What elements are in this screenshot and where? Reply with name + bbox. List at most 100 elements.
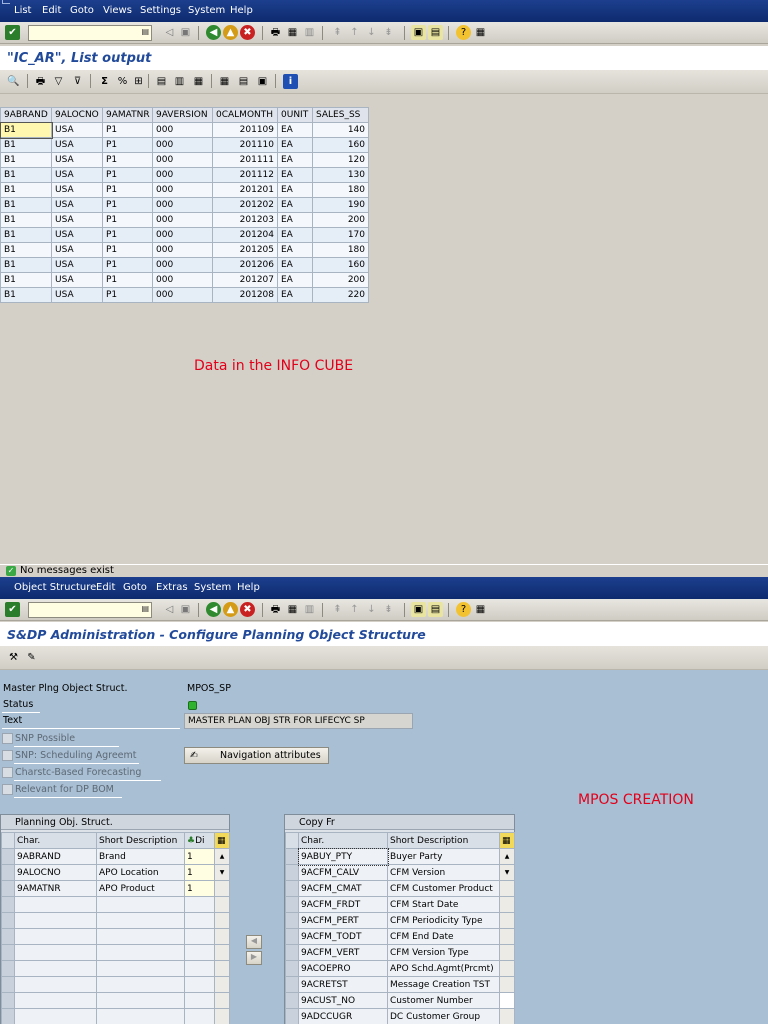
- print-icon[interactable]: 🖶: [268, 25, 283, 40]
- menu-help[interactable]: Help: [230, 5, 253, 16]
- row-selector[interactable]: [1, 976, 15, 993]
- sum-icon[interactable]: Σ: [97, 74, 112, 89]
- row-selector[interactable]: [1, 960, 15, 977]
- scrollbar-cell[interactable]: ▼: [499, 864, 515, 881]
- table-row[interactable]: [1, 944, 230, 961]
- table-settings-icon[interactable]: ▦: [214, 832, 230, 849]
- table-cell[interactable]: [184, 976, 215, 993]
- column-header[interactable]: 9AMATNR: [102, 107, 153, 123]
- row-selector[interactable]: [285, 944, 299, 961]
- previous-page-icon[interactable]: ↑: [347, 602, 362, 617]
- table-row[interactable]: B1 USA P1 000 201207 EA 200: [0, 272, 369, 288]
- table-row[interactable]: 9ACFM_VERT CFM Version Type: [285, 944, 515, 961]
- table-row[interactable]: [1, 928, 230, 945]
- scrollbar-cell[interactable]: ▲: [499, 848, 515, 865]
- find-next-icon[interactable]: ▥: [302, 602, 317, 617]
- table-row[interactable]: B1 USA P1 000 201208 EA 220: [0, 287, 369, 303]
- table-row[interactable]: B1 USA P1 000 201109 EA 140: [0, 121, 369, 139]
- menu-settings[interactable]: Settings: [140, 5, 181, 16]
- menu-system[interactable]: System: [188, 5, 225, 16]
- table-row[interactable]: 9ADCCUGR DC Customer Group: [285, 1008, 515, 1024]
- table-row[interactable]: [1, 896, 230, 913]
- column-header[interactable]: 9ALOCNO: [51, 107, 103, 123]
- help-icon[interactable]: ?: [456, 602, 471, 617]
- activate-icon[interactable]: ⚒: [6, 650, 21, 665]
- column-header[interactable]: 9ABRAND: [0, 107, 52, 123]
- command-dropdown-icon[interactable]: ▤: [141, 604, 149, 613]
- row-selector[interactable]: [285, 960, 299, 977]
- table-cell[interactable]: [184, 992, 215, 1009]
- text-field[interactable]: MASTER PLAN OBJ STR FOR LIFECYC SP: [184, 713, 413, 729]
- shortcut-icon[interactable]: ▤: [428, 602, 443, 617]
- back-icon[interactable]: ◀: [206, 602, 221, 617]
- scrollbar-cell[interactable]: ▲: [214, 848, 230, 865]
- back-icon[interactable]: ◀: [206, 25, 221, 40]
- back-nav-icon[interactable]: ◁: [162, 25, 177, 40]
- scrollbar-cell[interactable]: [499, 928, 515, 945]
- table-cell[interactable]: [184, 960, 215, 977]
- table-row[interactable]: B1 USA P1 000 201205 EA 180: [0, 242, 369, 258]
- export-icon[interactable]: ▤: [154, 74, 169, 89]
- word-processing-icon[interactable]: ▦: [191, 74, 206, 89]
- table-row[interactable]: [1, 992, 230, 1009]
- menu-system[interactable]: System: [194, 582, 231, 593]
- column-header[interactable]: Char.: [298, 832, 388, 849]
- scrollbar-cell[interactable]: [499, 896, 515, 913]
- scrollbar-cell[interactable]: [214, 944, 230, 961]
- row-selector[interactable]: [1, 912, 15, 929]
- print-preview-icon[interactable]: 🖶: [33, 74, 48, 89]
- table-row[interactable]: [1, 960, 230, 977]
- menu-help[interactable]: Help: [237, 582, 260, 593]
- table-row[interactable]: B1 USA P1 000 201206 EA 160: [0, 257, 369, 273]
- select-layout-icon[interactable]: ▤: [236, 74, 251, 89]
- row-selector[interactable]: [285, 928, 299, 945]
- row-selector[interactable]: [1, 992, 15, 1009]
- scrollbar-cell[interactable]: [499, 880, 515, 897]
- next-page-icon[interactable]: ↓: [364, 602, 379, 617]
- filter-icon[interactable]: ▽: [51, 74, 66, 89]
- change-layout-icon[interactable]: ▦: [217, 74, 232, 89]
- row-selector[interactable]: [285, 976, 299, 993]
- table-row[interactable]: B1 USA P1 000 201202 EA 190: [0, 197, 369, 213]
- scrollbar-cell[interactable]: [214, 1008, 230, 1024]
- menu-edit[interactable]: Edit: [42, 5, 61, 16]
- scrollbar-cell[interactable]: [499, 944, 515, 961]
- menu-views[interactable]: Views: [103, 5, 132, 16]
- table-row[interactable]: 9ACFM_CALV CFM Version ▼: [285, 864, 515, 881]
- menu-edit[interactable]: Edit: [96, 582, 115, 593]
- row-selector[interactable]: [1, 944, 15, 961]
- help-icon[interactable]: ?: [456, 25, 471, 40]
- previous-page-icon[interactable]: ↑: [347, 25, 362, 40]
- row-selector[interactable]: [285, 864, 299, 881]
- table-cell[interactable]: 1: [184, 880, 215, 897]
- row-selector[interactable]: [1, 848, 15, 865]
- row-selector[interactable]: [285, 912, 299, 929]
- menu-goto[interactable]: Goto: [70, 5, 94, 16]
- move-right-button[interactable]: ▶: [246, 951, 262, 965]
- scrollbar-cell[interactable]: [499, 1008, 515, 1024]
- menu-extras[interactable]: Extras: [156, 582, 188, 593]
- table-row[interactable]: [1, 976, 230, 993]
- table-row[interactable]: B1 USA P1 000 201111 EA 120: [0, 152, 369, 168]
- first-page-icon[interactable]: ⇞: [330, 602, 345, 617]
- table-row[interactable]: 9ACUST_NO Customer Number: [285, 992, 515, 1009]
- scrollbar-cell[interactable]: [214, 912, 230, 929]
- table-cell[interactable]: 1: [184, 848, 215, 865]
- next-page-icon[interactable]: ↓: [364, 25, 379, 40]
- menu-goto[interactable]: Goto: [123, 582, 147, 593]
- info-icon[interactable]: i: [283, 74, 298, 89]
- save-icon[interactable]: ▣: [178, 25, 193, 40]
- scrollbar-cell[interactable]: [214, 880, 230, 897]
- scrollbar-cell[interactable]: [214, 896, 230, 913]
- row-selector[interactable]: [1, 880, 15, 897]
- table-row[interactable]: 9ALOCNO APO Location 1 ▼: [1, 864, 230, 881]
- row-selector[interactable]: [1, 896, 15, 913]
- command-field[interactable]: ▤: [28, 602, 152, 618]
- display-change-icon[interactable]: ✎: [24, 650, 39, 665]
- column-header[interactable]: Short Description: [96, 832, 185, 849]
- column-header[interactable]: ♣Di: [184, 832, 215, 849]
- table-cell[interactable]: [184, 928, 215, 945]
- table-row[interactable]: [1, 912, 230, 929]
- back-nav-icon[interactable]: ◁: [162, 602, 177, 617]
- table-cell[interactable]: [184, 896, 215, 913]
